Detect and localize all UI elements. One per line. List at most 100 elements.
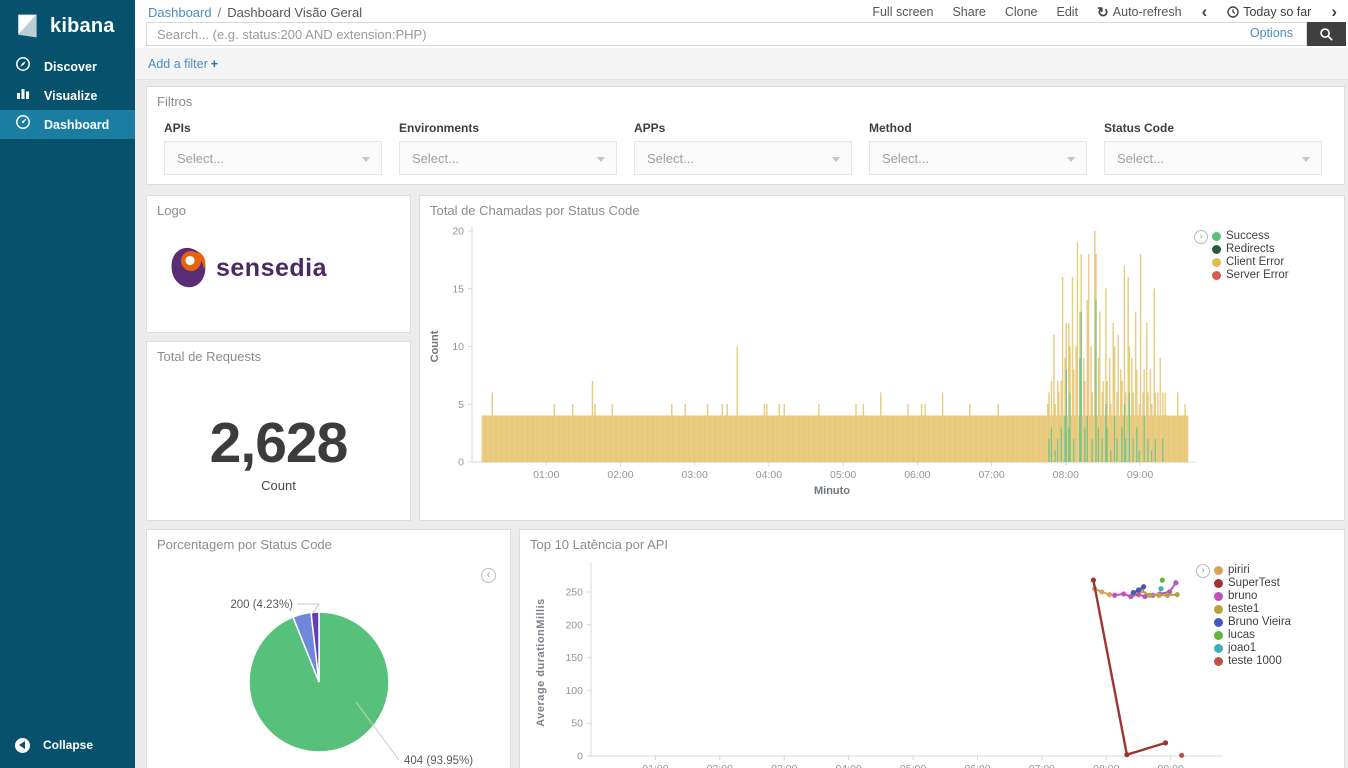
bar-chart-canvas[interactable]: 0510152001:0002:0003:0004:0005:0006:0007… bbox=[426, 224, 1204, 502]
filter-label-apis: APIs bbox=[164, 121, 382, 135]
legend-dot bbox=[1214, 605, 1223, 614]
menu-item-share[interactable]: Share bbox=[952, 5, 985, 19]
svg-text:10: 10 bbox=[452, 341, 464, 353]
bar-chart-icon bbox=[15, 85, 31, 106]
filter-select-apis[interactable]: Select... bbox=[164, 141, 382, 175]
svg-text:01:00: 01:00 bbox=[533, 469, 559, 481]
filter-label-environments: Environments bbox=[399, 121, 617, 135]
svg-text:15: 15 bbox=[452, 283, 464, 295]
bar-legend-item-redirects[interactable]: Redirects bbox=[1212, 243, 1340, 255]
chevron-down-icon bbox=[832, 157, 840, 162]
svg-text:05:00: 05:00 bbox=[830, 469, 856, 481]
line-legend-item-teste1[interactable]: teste1 bbox=[1214, 603, 1342, 615]
time-forward-chevron-icon[interactable]: › bbox=[1330, 7, 1338, 17]
svg-text:02:00: 02:00 bbox=[607, 469, 633, 481]
svg-text:06:00: 06:00 bbox=[904, 469, 930, 481]
auto-refresh-button[interactable]: ↻ Auto-refresh bbox=[1097, 4, 1182, 21]
panel-status-code-histogram: Total de Chamadas por Status Code 051015… bbox=[419, 195, 1345, 521]
bar-legend-item-server-error[interactable]: Server Error bbox=[1212, 269, 1340, 281]
filter-select-method[interactable]: Select... bbox=[869, 141, 1087, 175]
metric-value: 2,628 bbox=[147, 410, 410, 476]
sidebar-item-dashboard[interactable]: Dashboard bbox=[0, 110, 135, 139]
svg-text:07:00: 07:00 bbox=[978, 469, 1004, 481]
brand-text: kibana bbox=[50, 15, 115, 38]
svg-text:100: 100 bbox=[565, 685, 583, 697]
search-button[interactable] bbox=[1307, 22, 1346, 46]
clock-icon bbox=[1227, 6, 1239, 18]
line-legend-item-teste-1000[interactable]: teste 1000 bbox=[1214, 655, 1342, 667]
sidebar: kibana DiscoverVisualizeDashboard Collap… bbox=[0, 0, 135, 768]
breadcrumb-separator: / bbox=[218, 5, 222, 20]
panel-logo: Logo sensedia bbox=[146, 195, 411, 333]
plus-icon: + bbox=[211, 57, 218, 71]
svg-text:02:00: 02:00 bbox=[707, 763, 733, 768]
bar-legend-item-client-error[interactable]: Client Error bbox=[1212, 256, 1340, 268]
legend-dot bbox=[1214, 579, 1223, 588]
sidebar-item-visualize[interactable]: Visualize bbox=[0, 81, 135, 110]
legend-expand-icon[interactable]: › bbox=[1194, 230, 1208, 244]
pie-chart-canvas[interactable]: 200 (4.23%)404 (93.95%) bbox=[147, 554, 510, 768]
line-legend-item-supertest[interactable]: SuperTest bbox=[1214, 577, 1342, 589]
svg-text:04:00: 04:00 bbox=[756, 469, 782, 481]
svg-text:Count: Count bbox=[429, 330, 441, 362]
legend-dot bbox=[1212, 232, 1221, 241]
svg-text:09:00: 09:00 bbox=[1158, 763, 1184, 768]
line-legend-item-bruno[interactable]: bruno bbox=[1214, 590, 1342, 602]
panel-latency-line: Top 10 Latência por API 0 50 100 150 200 250 0… bbox=[519, 529, 1345, 768]
svg-text:01:00: 01:00 bbox=[642, 763, 668, 768]
breadcrumb-root-link[interactable]: Dashboard bbox=[148, 5, 212, 20]
legend-expand-icon[interactable]: › bbox=[1196, 564, 1210, 578]
chevron-down-icon bbox=[1302, 157, 1310, 162]
time-back-chevron-icon[interactable]: ‹ bbox=[1201, 7, 1209, 17]
chevron-down-icon bbox=[1067, 157, 1075, 162]
breadcrumb-current: Dashboard Visão Geral bbox=[227, 5, 362, 20]
panel-title: Logo bbox=[147, 196, 410, 218]
filter-select-environments[interactable]: Select... bbox=[399, 141, 617, 175]
menu-item-full-screen[interactable]: Full screen bbox=[872, 5, 933, 19]
sensedia-mark-icon bbox=[169, 246, 209, 290]
kibana-brand[interactable]: kibana bbox=[0, 0, 135, 52]
svg-text:0: 0 bbox=[577, 751, 583, 763]
filter-label-status-code: Status Code bbox=[1104, 121, 1322, 135]
breadcrumb: Dashboard / Dashboard Visão Geral Full s… bbox=[135, 0, 1348, 21]
line-legend-item-joao1[interactable]: joao1 bbox=[1214, 642, 1342, 654]
legend-dot bbox=[1214, 631, 1223, 640]
panel-title: Top 10 Latência por API bbox=[520, 530, 1344, 552]
collapse-button[interactable]: Collapse bbox=[0, 732, 93, 758]
line-legend-item-lucas[interactable]: lucas bbox=[1214, 629, 1342, 641]
svg-text:0: 0 bbox=[458, 457, 464, 469]
svg-text:250: 250 bbox=[565, 586, 583, 598]
add-filter-link[interactable]: Add a filter+ bbox=[148, 57, 218, 71]
legend-dot bbox=[1214, 592, 1223, 601]
menu-item-clone[interactable]: Clone bbox=[1005, 5, 1038, 19]
filter-select-status-code[interactable]: Select... bbox=[1104, 141, 1322, 175]
svg-text:04:00: 04:00 bbox=[836, 763, 862, 768]
svg-text:05:00: 05:00 bbox=[900, 763, 926, 768]
panel-status-code-pie: Porcentagem por Status Code ‹ 200 (4.23%… bbox=[146, 529, 511, 768]
line-legend-item-piriri[interactable]: piriri bbox=[1214, 564, 1342, 576]
svg-text:03:00: 03:00 bbox=[682, 469, 708, 481]
panel-filtros: Filtros APIsSelect...EnvironmentsSelect.… bbox=[146, 86, 1345, 185]
line-chart-canvas[interactable]: 05010015020025001:0002:0003:0004:0005:00… bbox=[528, 558, 1228, 768]
menu-item-edit[interactable]: Edit bbox=[1057, 5, 1079, 19]
legend-dot bbox=[1212, 258, 1221, 267]
svg-text:50: 50 bbox=[571, 718, 583, 730]
bar-chart-legend: › SuccessRedirectsClient ErrorServer Err… bbox=[1194, 230, 1340, 282]
svg-text:150: 150 bbox=[565, 652, 583, 664]
collapse-arrow-icon bbox=[15, 738, 30, 753]
bar-legend-item-success[interactable]: Success bbox=[1212, 230, 1340, 242]
svg-text:Average durationMillis: Average durationMillis bbox=[535, 598, 547, 727]
options-link[interactable]: Options bbox=[1250, 26, 1293, 40]
time-range-button[interactable]: Today so far bbox=[1227, 5, 1311, 19]
filter-select-apps[interactable]: Select... bbox=[634, 141, 852, 175]
refresh-icon: ↻ bbox=[1097, 4, 1109, 21]
sidebar-item-discover[interactable]: Discover bbox=[0, 52, 135, 81]
svg-text:200: 200 bbox=[565, 619, 583, 631]
filter-label-method: Method bbox=[869, 121, 1087, 135]
svg-text:20: 20 bbox=[452, 226, 464, 238]
dashboard-icon bbox=[15, 114, 31, 135]
search-input[interactable] bbox=[146, 22, 1307, 46]
search-icon bbox=[1319, 27, 1334, 42]
line-legend-item-bruno-vieira[interactable]: Bruno Vieira bbox=[1214, 616, 1342, 628]
panel-title: Total de Chamadas por Status Code bbox=[420, 196, 1344, 218]
